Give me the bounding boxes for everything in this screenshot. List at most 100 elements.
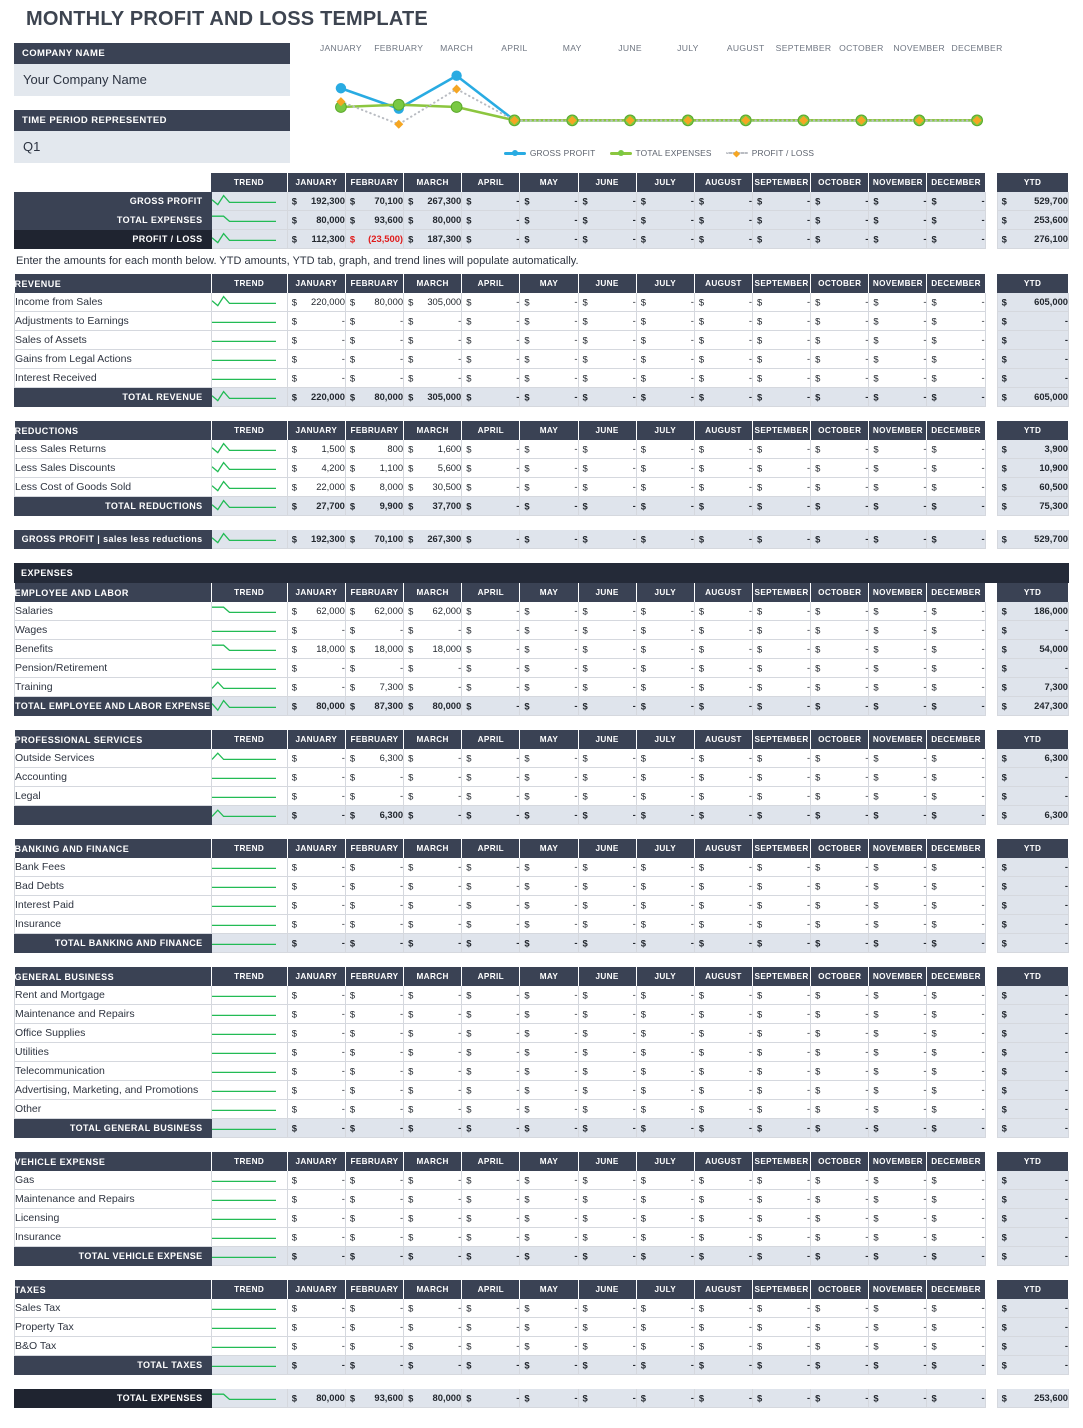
value-cell[interactable]: $ - <box>403 1336 463 1356</box>
value-cell[interactable]: $ - <box>286 677 346 697</box>
value-cell[interactable]: $ - <box>751 1355 812 1375</box>
value-cell[interactable]: $ - <box>868 311 928 331</box>
value-cell[interactable]: $ - <box>926 677 986 697</box>
value-cell[interactable]: $ - <box>751 749 812 768</box>
value-cell[interactable]: $ - <box>868 293 928 312</box>
value-cell[interactable]: $ - <box>519 986 579 1005</box>
row-label[interactable]: Utilities <box>14 1042 212 1062</box>
value-cell[interactable]: $ - <box>926 477 986 497</box>
value-cell[interactable]: $ - <box>926 1080 986 1100</box>
value-cell[interactable]: $112,300 <box>286 229 346 249</box>
value-cell[interactable]: $ - <box>868 458 928 478</box>
value-cell[interactable]: $ - <box>926 696 986 716</box>
value-cell[interactable]: $ - <box>344 311 405 331</box>
value-cell[interactable]: $ - <box>344 330 405 350</box>
value-cell[interactable]: $ - <box>751 986 812 1005</box>
value-cell[interactable]: $ - <box>868 602 928 621</box>
value-cell[interactable]: $ - <box>751 496 812 516</box>
value-cell[interactable]: $ - <box>693 229 754 249</box>
value-cell[interactable]: $ - <box>751 1208 812 1228</box>
value-cell[interactable]: $ - <box>344 933 405 953</box>
value-cell[interactable]: $ - <box>519 786 579 806</box>
value-cell[interactable]: $ - <box>693 986 754 1005</box>
value-cell[interactable]: $ - <box>635 349 695 369</box>
value-cell[interactable]: $ - <box>577 1299 637 1318</box>
value-cell[interactable]: $ - <box>751 1099 812 1119</box>
value-cell[interactable]: $ - <box>810 786 870 806</box>
value-cell[interactable]: $ - <box>635 1099 695 1119</box>
value-cell[interactable]: $ - <box>810 658 870 678</box>
value-cell[interactable]: $ - <box>577 1171 637 1190</box>
value-cell[interactable]: $ - <box>403 658 463 678</box>
value-cell[interactable]: $ - <box>577 368 637 388</box>
value-cell[interactable]: $ - <box>577 620 637 640</box>
value-cell[interactable]: $ - <box>693 387 754 407</box>
value-cell[interactable]: $ - <box>461 1118 521 1138</box>
value-cell[interactable]: $ - <box>926 496 986 516</box>
value-cell[interactable]: $ - <box>344 986 405 1005</box>
value-cell[interactable]: $ - <box>810 620 870 640</box>
value-cell[interactable]: $ - <box>519 349 579 369</box>
value-cell[interactable]: $ - <box>519 1189 579 1209</box>
value-cell[interactable]: $ - <box>403 1023 463 1043</box>
value-cell[interactable]: $80,000 <box>286 1389 346 1408</box>
value-cell[interactable]: $ - <box>577 1004 637 1024</box>
value-cell[interactable]: $ - <box>635 1061 695 1081</box>
value-cell[interactable]: $ - <box>926 330 986 350</box>
value-cell[interactable]: $ - <box>635 914 695 934</box>
value-cell[interactable]: $ - <box>403 858 463 877</box>
value-cell[interactable]: $ - <box>926 387 986 407</box>
value-cell[interactable]: $ - <box>403 1189 463 1209</box>
value-cell[interactable]: $ - <box>635 639 695 659</box>
value-cell[interactable]: $ - <box>693 1171 754 1190</box>
value-cell[interactable]: $ - <box>868 1227 928 1247</box>
value-cell[interactable]: $ - <box>403 1171 463 1190</box>
value-cell[interactable]: $ - <box>344 767 405 787</box>
value-cell[interactable]: $ - <box>344 1042 405 1062</box>
value-cell[interactable]: $ - <box>693 677 754 697</box>
value-cell[interactable]: $ - <box>751 677 812 697</box>
row-label[interactable]: Bad Debts <box>14 876 212 896</box>
row-label[interactable]: Office Supplies <box>14 1023 212 1043</box>
value-cell[interactable]: $ - <box>926 1389 986 1408</box>
value-cell[interactable]: $18,000 <box>286 639 346 659</box>
value-cell[interactable]: $62,000 <box>286 602 346 621</box>
value-cell[interactable]: $ - <box>635 1299 695 1318</box>
value-cell[interactable]: $ - <box>577 1317 637 1337</box>
value-cell[interactable]: $ - <box>751 1189 812 1209</box>
value-cell[interactable]: $ - <box>693 1355 754 1375</box>
value-cell[interactable]: $ - <box>577 986 637 1005</box>
value-cell[interactable]: $80,000 <box>403 210 463 230</box>
value-cell[interactable]: $ - <box>926 895 986 915</box>
value-cell[interactable]: $ - <box>461 1336 521 1356</box>
value-cell[interactable]: $62,000 <box>403 602 463 621</box>
value-cell[interactable]: $187,300 <box>403 229 463 249</box>
value-cell[interactable]: $ - <box>577 1208 637 1228</box>
value-cell[interactable]: $ - <box>868 696 928 716</box>
value-cell[interactable]: $ - <box>751 440 812 459</box>
value-cell[interactable]: $37,700 <box>403 496 463 516</box>
value-cell[interactable]: $ - <box>693 858 754 877</box>
value-cell[interactable]: $ - <box>461 1189 521 1209</box>
value-cell[interactable]: $192,300 <box>286 530 346 549</box>
value-cell[interactable]: $80,000 <box>286 210 346 230</box>
value-cell[interactable]: $ - <box>693 349 754 369</box>
value-cell[interactable]: $ - <box>286 805 346 825</box>
value-cell[interactable]: $ - <box>868 192 928 211</box>
value-cell[interactable]: $ - <box>693 1042 754 1062</box>
value-cell[interactable]: $ - <box>635 805 695 825</box>
value-cell[interactable]: $ - <box>344 1118 405 1138</box>
value-cell[interactable]: $ - <box>751 210 812 230</box>
value-cell[interactable]: $ - <box>926 368 986 388</box>
value-cell[interactable]: $ - <box>344 786 405 806</box>
value-cell[interactable]: $ - <box>635 1208 695 1228</box>
row-label[interactable]: Less Sales Returns <box>14 440 212 459</box>
value-cell[interactable]: $ - <box>286 1171 346 1190</box>
value-cell[interactable]: $ - <box>519 1042 579 1062</box>
value-cell[interactable]: $ - <box>810 1099 870 1119</box>
value-cell[interactable]: $ - <box>810 1171 870 1190</box>
value-cell[interactable]: $ - <box>810 914 870 934</box>
value-cell[interactable]: $ - <box>286 749 346 768</box>
value-cell[interactable]: $ - <box>926 1061 986 1081</box>
value-cell[interactable]: $ - <box>344 1189 405 1209</box>
